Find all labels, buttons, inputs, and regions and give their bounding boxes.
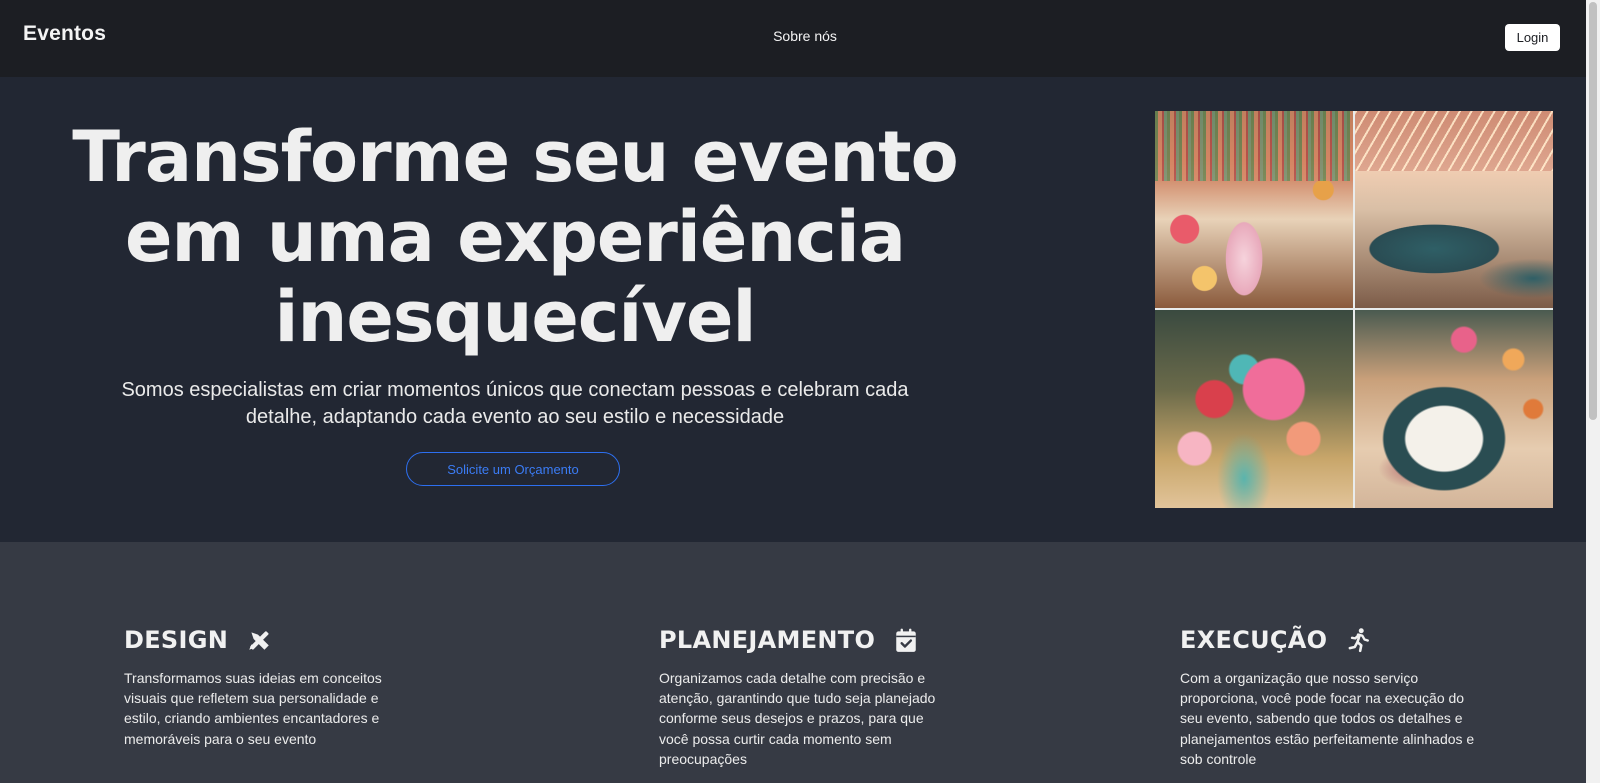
feature-description: Com a organização que nosso serviço prop… (1180, 670, 1475, 767)
brand-logo[interactable]: Eventos (23, 22, 106, 46)
hero-title: Transforme seu evento em uma experiência… (72, 116, 958, 358)
feature-execution: EXECUÇÃO Com a organização que nosso ser… (1180, 622, 1480, 769)
calendar-check-icon (893, 627, 919, 653)
page: Eventos Sobre nós Login Transforme seu e… (0, 0, 1586, 783)
photo-bride-floral-aisle (1155, 111, 1353, 308)
photo-reception-hall (1355, 111, 1553, 308)
feature-description: Organizamos cada detalhe com precisão e … (659, 670, 936, 767)
scrollbar-thumb[interactable] (1589, 2, 1597, 420)
event-photo-collage (1155, 111, 1553, 508)
feature-title: PLANEJAMENTO (659, 626, 876, 654)
login-button[interactable]: Login (1505, 24, 1560, 51)
feature-design: DESIGN Transformamos suas ideias em conc… (124, 622, 409, 749)
features-section: DESIGN Transformamos suas ideias em conc… (0, 542, 1586, 783)
photo-flower-arrangement (1155, 310, 1353, 508)
photo-table-setting (1355, 310, 1553, 508)
request-quote-button[interactable]: Solicite um Orçamento (406, 452, 620, 486)
feature-description: Transformamos suas ideias em conceitos v… (124, 670, 382, 747)
design-tools-icon (246, 627, 272, 653)
top-navbar: Eventos Sobre nós Login (0, 0, 1586, 77)
hero-subtitle: Somos especialistas em criar momentos ún… (121, 379, 909, 428)
vertical-scrollbar[interactable] (1586, 0, 1600, 783)
feature-title: DESIGN (124, 626, 229, 654)
nav-link-about[interactable]: Sobre nós (740, 28, 870, 44)
running-person-icon (1345, 627, 1371, 653)
feature-planning: PLANEJAMENTO Organizamos cada detalhe co… (659, 622, 944, 769)
feature-title: EXECUÇÃO (1180, 626, 1328, 654)
